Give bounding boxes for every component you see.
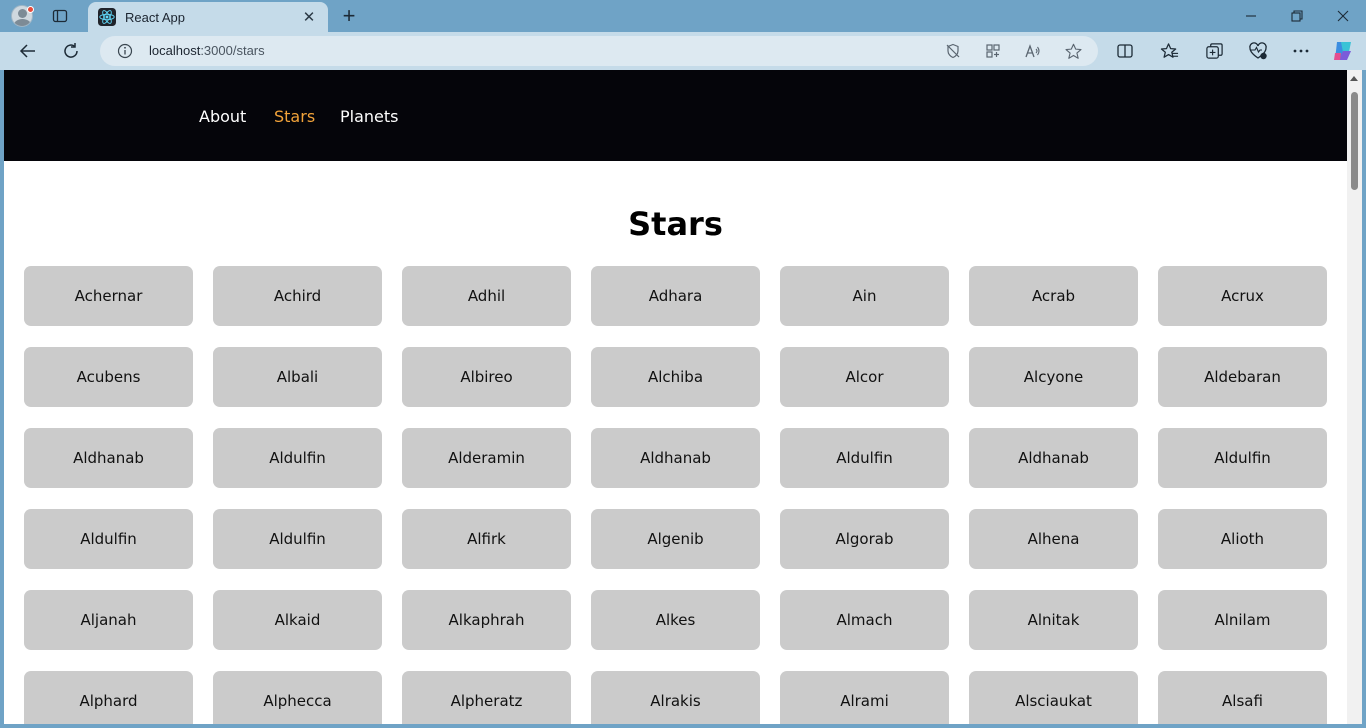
star-card[interactable]: Achird: [213, 266, 382, 326]
nav-link-stars[interactable]: Stars: [274, 107, 315, 126]
refresh-button[interactable]: [57, 37, 85, 65]
star-card[interactable]: Alchiba: [591, 347, 760, 407]
star-card[interactable]: Ain: [780, 266, 949, 326]
site-info-icon[interactable]: [117, 43, 133, 59]
star-card[interactable]: Alnilam: [1158, 590, 1327, 650]
nav-link-about[interactable]: About: [199, 107, 246, 126]
star-card[interactable]: Alfirk: [402, 509, 571, 569]
read-aloud-icon[interactable]: [1024, 42, 1042, 60]
star-card[interactable]: Albali: [213, 347, 382, 407]
favorites-icon[interactable]: [1159, 41, 1179, 61]
favorite-star-icon[interactable]: [1064, 42, 1082, 60]
star-card[interactable]: Algenib: [591, 509, 760, 569]
url-path: :3000/stars: [200, 43, 265, 58]
star-card[interactable]: Aldhanab: [591, 428, 760, 488]
url-text: localhost:3000/stars: [149, 43, 265, 58]
star-card[interactable]: Alrami: [780, 671, 949, 724]
star-card[interactable]: Alrakis: [591, 671, 760, 724]
copilot-icon[interactable]: [1331, 39, 1355, 63]
star-card[interactable]: Aljanah: [24, 590, 193, 650]
star-card[interactable]: Acrab: [969, 266, 1138, 326]
vertical-scrollbar[interactable]: [1347, 70, 1362, 724]
restore-icon: [1291, 10, 1303, 22]
minimize-button[interactable]: [1228, 0, 1274, 32]
close-icon: [1337, 10, 1349, 22]
close-window-button[interactable]: [1320, 0, 1366, 32]
star-card[interactable]: Adhara: [591, 266, 760, 326]
star-card[interactable]: Achernar: [24, 266, 193, 326]
split-screen-icon[interactable]: [1115, 41, 1135, 61]
star-card[interactable]: Alphard: [24, 671, 193, 724]
star-card[interactable]: Alkes: [591, 590, 760, 650]
star-card[interactable]: Alkaphrah: [402, 590, 571, 650]
star-card[interactable]: Alsciaukat: [969, 671, 1138, 724]
star-card[interactable]: Aldulfin: [780, 428, 949, 488]
collections-icon[interactable]: [1204, 41, 1224, 61]
page-title: Stars: [628, 205, 723, 243]
address-bar[interactable]: localhost:3000/stars: [100, 36, 1098, 66]
minimize-icon: [1246, 15, 1256, 17]
url-host: localhost: [149, 43, 201, 58]
star-card[interactable]: Aldhanab: [969, 428, 1138, 488]
star-card[interactable]: Albireo: [402, 347, 571, 407]
star-card[interactable]: Aldulfin: [24, 509, 193, 569]
star-card[interactable]: Alkaid: [213, 590, 382, 650]
star-card[interactable]: Alphecca: [213, 671, 382, 724]
star-card[interactable]: Aldhanab: [24, 428, 193, 488]
star-card[interactable]: Acrux: [1158, 266, 1327, 326]
star-card[interactable]: Aldulfin: [213, 428, 382, 488]
tab-actions-icon: [52, 9, 68, 23]
tab-title: React App: [125, 9, 185, 25]
back-button[interactable]: [14, 37, 42, 65]
back-arrow-icon: [19, 44, 35, 58]
star-card[interactable]: Acubens: [24, 347, 193, 407]
tab-actions-button[interactable]: [48, 6, 72, 26]
star-card[interactable]: Alsafi: [1158, 671, 1327, 724]
star-card[interactable]: Aldulfin: [213, 509, 382, 569]
tab-strip: React App ✕ +: [0, 0, 1366, 32]
star-card[interactable]: Aldulfin: [1158, 428, 1327, 488]
app-available-icon[interactable]: [984, 42, 1002, 60]
tracking-prevention-icon[interactable]: [944, 42, 962, 60]
profile-button[interactable]: [8, 4, 36, 28]
scroll-up-icon[interactable]: [1350, 76, 1358, 81]
star-card[interactable]: Alioth: [1158, 509, 1327, 569]
new-tab-icon[interactable]: +: [338, 5, 360, 27]
window-edge-bottom: [0, 724, 1366, 728]
react-logo-icon: [98, 8, 116, 26]
star-card[interactable]: Alcyone: [969, 347, 1138, 407]
star-card[interactable]: Alpheratz: [402, 671, 571, 724]
star-card[interactable]: Almach: [780, 590, 949, 650]
star-grid: Achernar Achird Adhil Adhara Ain Acrab Acrux Ac…: [24, 266, 1327, 724]
browser-essentials-icon[interactable]: [1248, 41, 1268, 61]
star-card[interactable]: Alderamin: [402, 428, 571, 488]
settings-more-icon[interactable]: [1291, 41, 1311, 61]
star-card[interactable]: Alhena: [969, 509, 1138, 569]
scrollbar-thumb[interactable]: [1351, 92, 1358, 190]
tab-close-icon[interactable]: ✕: [300, 8, 318, 26]
window-edge: [1362, 70, 1366, 728]
browser-tab-active[interactable]: React App ✕: [88, 2, 328, 32]
page-viewport: About Stars Planets Stars Achernar Achird…: [4, 70, 1347, 724]
nav-link-planets[interactable]: Planets: [340, 107, 399, 126]
star-card[interactable]: Algorab: [780, 509, 949, 569]
restore-button[interactable]: [1274, 0, 1320, 32]
refresh-icon: [64, 43, 78, 58]
browser-toolbar: localhost:3000/stars: [0, 32, 1366, 70]
star-card[interactable]: Alcor: [780, 347, 949, 407]
star-card[interactable]: Alnitak: [969, 590, 1138, 650]
notification-dot: [27, 6, 34, 13]
star-card[interactable]: Adhil: [402, 266, 571, 326]
site-navbar: About Stars Planets: [4, 70, 1347, 161]
star-card[interactable]: Aldebaran: [1158, 347, 1327, 407]
